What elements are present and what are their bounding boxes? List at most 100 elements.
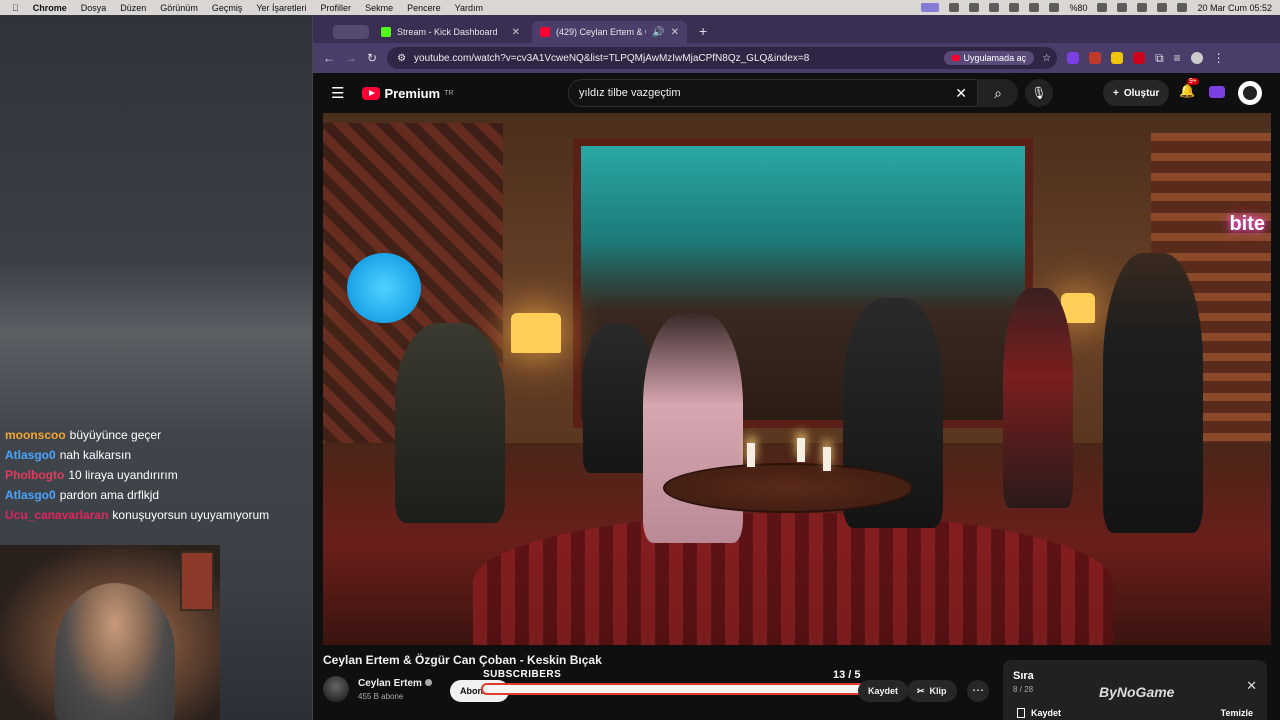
kick-favicon-icon [381,27,391,37]
profile-avatar-icon[interactable] [1190,52,1203,64]
video-player[interactable]: bite [323,113,1271,645]
battery-icon[interactable] [1097,3,1108,12]
siri-icon[interactable] [1177,3,1188,12]
forward-icon[interactable]: → [345,51,357,65]
video-scene-candle [797,438,805,462]
spotlight-icon[interactable] [1137,3,1148,12]
subscriber-goal-bar [481,683,879,695]
video-scene-lamp [511,313,561,353]
youtube-premium-logo[interactable]: Premium TR [362,86,453,101]
apple-icon[interactable]:  [12,3,19,13]
bookmark-icon [1017,708,1025,718]
browser-window: Stream - Kick Dashboard ✕ (429) Ceylan E… [312,15,1280,720]
chat-username: Ucu_canavarlaran [5,508,109,522]
menu-gorunum[interactable]: Görünüm [160,3,198,13]
youtube-favicon-icon [540,27,550,37]
tab-search-button[interactable] [333,25,369,39]
save-label: Kaydet [868,686,899,696]
extensions-puzzle-icon[interactable]: ⧉ [1155,51,1164,66]
chat-message: Ucu_canavarlaran konuşuyorsun uyuyamıyoru… [5,508,305,523]
video-scene-table [663,463,913,513]
search-button[interactable]: ⌕ [978,79,1018,107]
open-in-app-button[interactable]: Uygulamada aç [943,51,1035,65]
queue-clear-button[interactable]: Temizle [1221,708,1253,718]
site-info-icon[interactable]: ⚙ [397,53,406,64]
media-controls-icon[interactable]: ≡ [1174,51,1181,65]
create-button[interactable]: + Oluştur [1103,80,1170,106]
new-tab-button[interactable]: + [691,23,715,43]
clear-search-icon[interactable]: ✕ [955,85,967,102]
browser-menu-icon[interactable]: ⋮ [1213,51,1225,65]
address-bar[interactable]: ⚙ youtube.com/watch?v=cv3A1VcweNQ&list=T… [387,47,1058,69]
record-icon[interactable] [1009,3,1020,12]
watermark-logo: ByNoGame [1099,684,1175,700]
channel-name-text[interactable]: Ceylan Ertem [358,678,422,689]
wifi-icon[interactable] [1117,3,1128,12]
chat-message: moonscoo büyüyünce geçer [5,425,305,445]
close-queue-icon[interactable]: ✕ [1246,678,1257,694]
menu-gecmis[interactable]: Geçmiş [212,3,243,13]
reload-icon[interactable]: ↻ [367,51,377,65]
macos-menubar:  Chrome Dosya Düzen Görünüm Geçmiş Yer … [0,0,1280,15]
address-url[interactable]: youtube.com/watch?v=cv3A1VcweNQ&list=TLP… [414,53,936,64]
menu-yer-isaretleri[interactable]: Yer İşaretleri [256,3,306,13]
screen-share-icon[interactable] [921,3,940,12]
voice-search-button[interactable]: 🎙 [1025,79,1053,107]
notification-badge: 9+ [1187,78,1199,85]
chat-message: Atlasgo0 pardon ama drflkjd [5,485,305,505]
extension-icon[interactable] [1089,52,1102,64]
chat-username: Atlasgo0 [5,488,56,502]
notifications-button[interactable]: 🔔 9+ [1179,78,1199,99]
plus-icon: + [1113,87,1119,99]
search-query[interactable]: yıldız tilbe vazgeçtim [579,87,680,99]
sync-icon[interactable] [989,3,1000,12]
menu-duzen[interactable]: Düzen [120,3,146,13]
adblock-extension-icon[interactable] [1133,52,1146,64]
open-in-app-label: Uygulamada aç [963,53,1027,63]
tab-title: Stream - Kick Dashboard [397,27,498,37]
twitch-extension-button[interactable] [1209,86,1225,98]
grid-icon[interactable] [949,3,960,12]
tab-bar: Stream - Kick Dashboard ✕ (429) Ceylan E… [313,15,1280,43]
menu-app-name[interactable]: Chrome [33,3,67,13]
menubar-clock[interactable]: 20 Mar Cum 05:52 [1197,3,1272,13]
twitch-extension-icon[interactable] [1067,52,1080,64]
tab-kick-dashboard[interactable]: Stream - Kick Dashboard ✕ [373,21,528,43]
queue-save-button[interactable]: Kaydet [1017,708,1061,718]
back-icon[interactable]: ← [323,51,335,65]
chat-text: büyüyünce geçer [69,428,162,442]
menu-profiller[interactable]: Profiller [321,3,352,13]
account-avatar[interactable] [1238,81,1262,105]
speaker-icon[interactable]: 🔊 [652,27,664,38]
video-scene-saxophonist [1103,253,1203,533]
clip-label: Klip [929,686,947,696]
volume-icon[interactable] [1029,3,1040,12]
youtube-header: ☰ Premium TR yıldız tilbe vazgeçtim ✕ ⌕ … [313,73,1280,113]
close-tab-icon[interactable]: ✕ [671,27,679,38]
chat-text: 10 liraya uyandırırım [68,468,178,482]
search-input[interactable]: yıldız tilbe vazgeçtim ✕ [568,79,978,107]
menu-yardim[interactable]: Yardım [455,3,483,13]
video-scene-rug [473,513,1113,645]
menu-dosya[interactable]: Dosya [81,3,107,13]
obs-icon[interactable] [969,3,980,12]
battery-percent: %80 [1069,2,1088,13]
clip-button[interactable]: ✂ Klip [907,680,957,702]
control-center-icon[interactable] [1157,3,1168,12]
streamer-figure [55,583,175,720]
honey-extension-icon[interactable] [1111,52,1124,64]
bookmark-star-icon[interactable]: ☆ [1042,53,1051,64]
bluetooth-icon[interactable] [1049,3,1060,12]
video-scene-candle [747,443,755,467]
channel-avatar[interactable] [323,676,349,702]
hamburger-menu-icon[interactable]: ☰ [331,84,344,102]
close-tab-icon[interactable]: ✕ [512,27,520,38]
video-title: Ceylan Ertem & Özgür Can Çoban - Keskin … [323,653,602,667]
save-video-button[interactable]: Kaydet [858,680,909,702]
menu-sekme[interactable]: Sekme [365,3,393,13]
tab-youtube[interactable]: (429) Ceylan Ertem & Özgür 🔊 ✕ [532,21,687,43]
channel-subscriber-count: 455 B abone [358,692,404,701]
channel-name[interactable]: Ceylan Ertem [358,678,432,689]
more-actions-button[interactable]: ⋯ [967,680,989,702]
menu-pencere[interactable]: Pencere [407,3,441,13]
